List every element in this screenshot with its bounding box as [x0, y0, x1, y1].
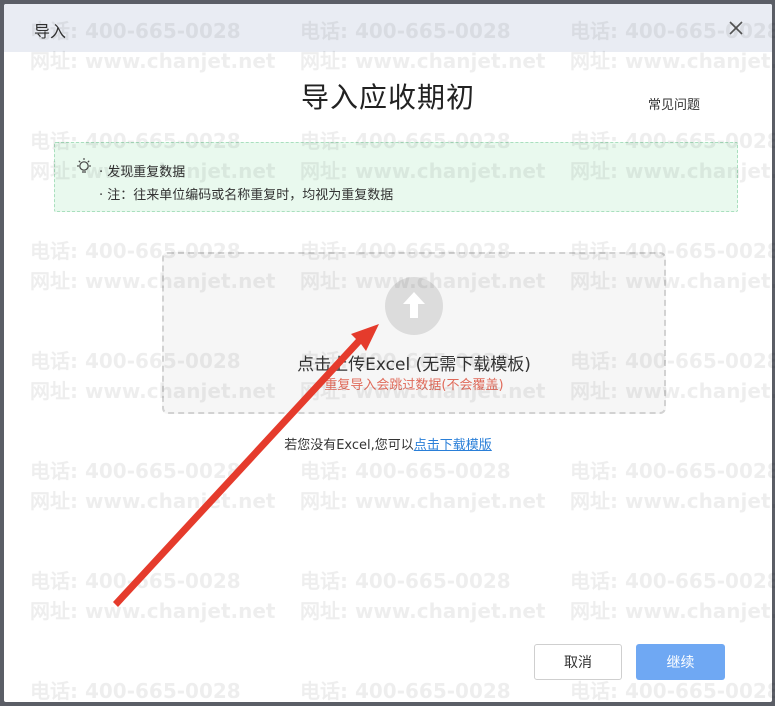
download-template-link[interactable]: 点击下载模版 [414, 438, 492, 453]
dialog-titlebar: 导入 [4, 4, 772, 52]
upload-dropzone[interactable]: 点击上传Excel (无需下载模板) 重复导入会跳过数据(不会覆盖) [162, 252, 666, 414]
lightbulb-icon [77, 158, 91, 173]
upload-warning: 重复导入会跳过数据(不会覆盖) [324, 378, 504, 393]
cancel-button[interactable]: 取消 [534, 644, 622, 680]
continue-button[interactable]: 继续 [636, 644, 725, 680]
faq-link[interactable]: 常见问题 [648, 94, 700, 113]
duplicate-notice: · 发现重复数据 · 注：往来单位编码或名称重复时，均视为重复数据 [54, 142, 738, 212]
import-dialog: 导入 导入应收期初 常见问题 · 发现重复数据 · 注：往来单位编码或名称重复时… [4, 4, 772, 702]
upload-arrow-icon [385, 277, 443, 335]
close-icon[interactable] [726, 18, 746, 38]
notice-title: · 发现重复数据 [99, 165, 186, 180]
template-download-row: 若您没有Excel,您可以点击下载模版 [4, 434, 772, 453]
dialog-title: 导入 [34, 22, 67, 41]
upload-label: 点击上传Excel (无需下载模板) [297, 355, 531, 375]
template-prefix: 若您没有Excel,您可以 [284, 438, 414, 453]
notice-detail: · 注：往来单位编码或名称重复时，均视为重复数据 [99, 188, 394, 203]
